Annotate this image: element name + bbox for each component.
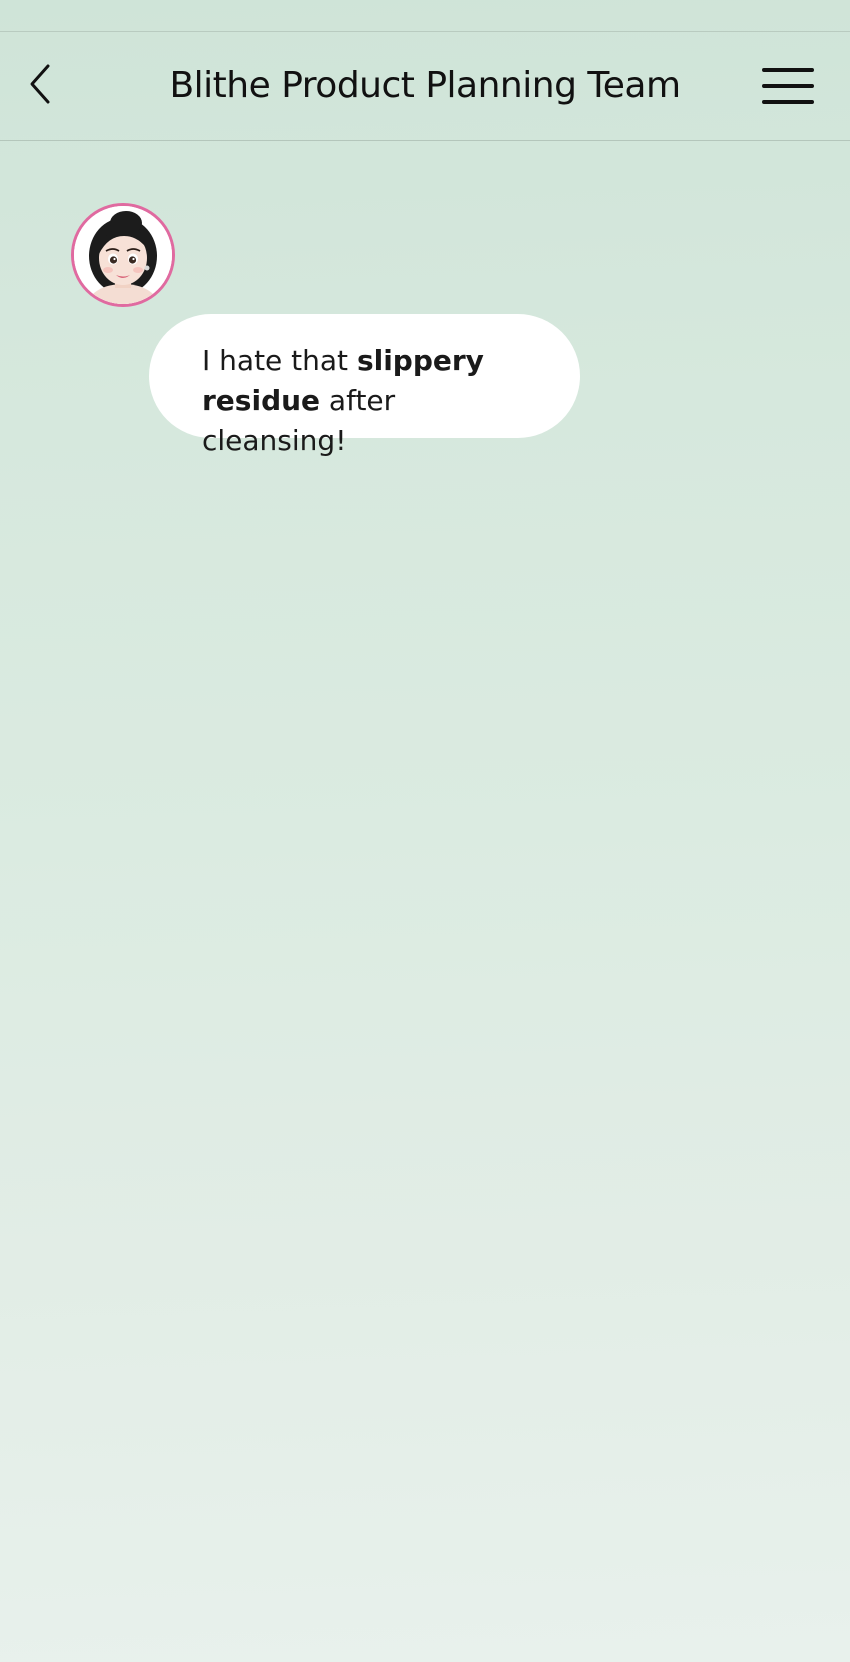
chat-title: Blithe Product Planning Team <box>169 65 681 106</box>
status-bar <box>0 0 850 32</box>
back-button[interactable] <box>18 60 66 108</box>
sender-avatar[interactable] <box>71 203 175 307</box>
message-bubble[interactable]: I hate that slippery residue after clean… <box>149 314 580 457</box>
chevron-left-icon <box>30 64 50 104</box>
message-text: I hate that <box>202 344 357 377</box>
woman-memoji-avatar <box>74 206 172 304</box>
chat-header: Blithe Product Planning Team <box>0 32 850 141</box>
hamburger-menu-icon[interactable] <box>762 68 814 104</box>
chat-screen: Blithe Product Planning Team I hate that… <box>0 0 850 1662</box>
